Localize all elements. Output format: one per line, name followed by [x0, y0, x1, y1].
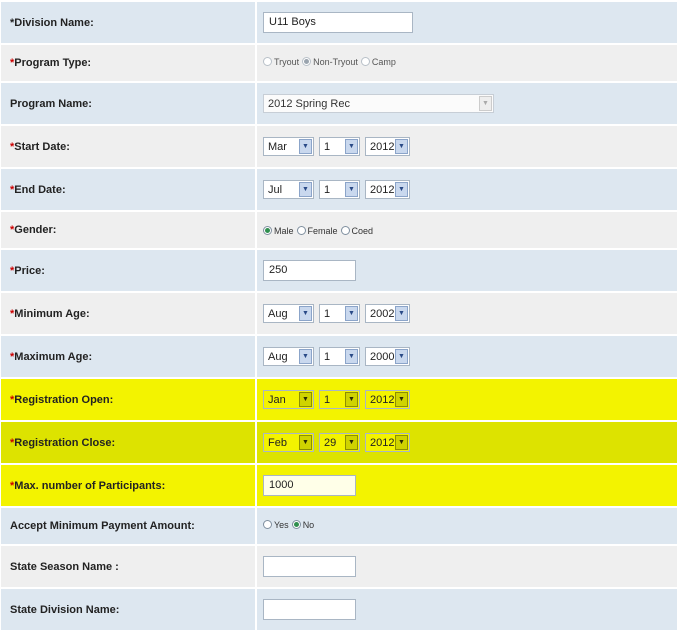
radio-icon: [360, 57, 370, 67]
end-date-year-select[interactable]: 2012 ▼: [365, 180, 410, 199]
start-date-year-select[interactable]: 2012 ▼: [365, 137, 410, 156]
chevron-down-icon: ▼: [299, 306, 312, 321]
program-type-tryout[interactable]: Tryout: [263, 57, 299, 67]
registration-close-day-select[interactable]: 29 ▼: [319, 433, 360, 452]
chevron-down-icon: ▼: [299, 392, 312, 407]
label-max-participants: *Max. number of Participants:: [1, 465, 255, 506]
label-gender: *Gender:: [1, 212, 255, 248]
label-registration-close: *Registration Close:: [1, 422, 255, 463]
row-program-type: *Program Type: Tryout Non-Tryout Camp: [1, 45, 677, 81]
chevron-down-icon: ▼: [395, 435, 408, 450]
gender-coed[interactable]: Coed: [340, 226, 373, 236]
label-accept-min-payment: Accept Minimum Payment Amount:: [1, 508, 255, 544]
minimum-age-year-select[interactable]: 2002 ▼: [365, 304, 410, 323]
chevron-down-icon: ▼: [299, 139, 312, 154]
row-registration-open: *Registration Open: Jan ▼ 1 ▼ 2012 ▼: [1, 379, 677, 420]
chevron-down-icon: ▼: [299, 349, 312, 364]
row-end-date: *End Date: Jul ▼ 1 ▼ 2012 ▼: [1, 169, 677, 210]
row-state-division-name: State Division Name:: [1, 589, 677, 630]
program-name-select[interactable]: 2012 Spring Rec ▼: [263, 94, 494, 113]
program-type-non-tryout[interactable]: Non-Tryout: [302, 57, 358, 67]
registration-close-month-select[interactable]: Feb ▼: [263, 433, 314, 452]
program-type-radio-group: Tryout Non-Tryout Camp: [263, 57, 399, 67]
label-start-date: *Start Date:: [1, 126, 255, 167]
chevron-down-icon: ▼: [299, 435, 312, 450]
end-date-day-select[interactable]: 1 ▼: [319, 180, 360, 199]
gender-radio-group: Male Female Coed: [263, 226, 376, 236]
label-state-division-name: State Division Name:: [1, 589, 255, 630]
row-maximum-age: *Maximum Age: Aug ▼ 1 ▼ 2000 ▼: [1, 336, 677, 377]
label-state-season-name: State Season Name :: [1, 546, 255, 587]
state-season-name-input[interactable]: [263, 556, 356, 577]
accept-min-payment-radio-group: Yes No: [263, 520, 317, 530]
radio-icon: [263, 57, 272, 67]
radio-icon: [291, 520, 301, 530]
registration-open-month-select[interactable]: Jan ▼: [263, 390, 314, 409]
chevron-down-icon: ▼: [395, 182, 408, 197]
chevron-down-icon: ▼: [395, 306, 408, 321]
label-end-date: *End Date:: [1, 169, 255, 210]
minimum-age-day-select[interactable]: 1 ▼: [319, 304, 360, 323]
registration-close-year-select[interactable]: 2012 ▼: [365, 433, 410, 452]
minimum-age-month-select[interactable]: Aug ▼: [263, 304, 314, 323]
registration-open-year-select[interactable]: 2012 ▼: [365, 390, 410, 409]
radio-icon: [302, 57, 312, 67]
chevron-down-icon: ▼: [395, 349, 408, 364]
division-form: *Division Name: U11 Boys *Program Type: …: [0, 0, 679, 632]
label-division-name: *Division Name:: [1, 2, 255, 43]
end-date-month-select[interactable]: Jul ▼: [263, 180, 314, 199]
radio-icon: [296, 226, 306, 235]
chevron-down-icon: ▼: [395, 139, 408, 154]
maximum-age-day-select[interactable]: 1 ▼: [319, 347, 360, 366]
max-participants-input[interactable]: 1000: [263, 475, 356, 496]
row-gender: *Gender: Male Female Coed: [1, 212, 677, 248]
maximum-age-year-select[interactable]: 2000 ▼: [365, 347, 410, 366]
chevron-down-icon: ▼: [299, 182, 312, 197]
chevron-down-icon: ▼: [479, 96, 492, 111]
start-date-month-select[interactable]: Mar ▼: [263, 137, 314, 156]
row-program-name: Program Name: 2012 Spring Rec ▼: [1, 83, 677, 124]
price-input[interactable]: 250: [263, 260, 356, 281]
accept-min-payment-yes[interactable]: Yes: [263, 520, 289, 530]
chevron-down-icon: ▼: [345, 435, 358, 450]
chevron-down-icon: ▼: [345, 306, 358, 321]
label-maximum-age: *Maximum Age:: [1, 336, 255, 377]
row-max-participants: *Max. number of Participants: 1000: [1, 465, 677, 506]
row-division-name: *Division Name: U11 Boys: [1, 2, 677, 43]
row-accept-min-payment: Accept Minimum Payment Amount: Yes No: [1, 508, 677, 544]
chevron-down-icon: ▼: [345, 392, 358, 407]
label-program-name: Program Name:: [1, 83, 255, 124]
start-date-day-select[interactable]: 1 ▼: [319, 137, 360, 156]
gender-male[interactable]: Male: [263, 226, 294, 236]
label-minimum-age: *Minimum Age:: [1, 293, 255, 334]
registration-open-day-select[interactable]: 1 ▼: [319, 390, 360, 409]
row-minimum-age: *Minimum Age: Aug ▼ 1 ▼ 2002 ▼: [1, 293, 677, 334]
chevron-down-icon: ▼: [345, 139, 358, 154]
row-state-season-name: State Season Name :: [1, 546, 677, 587]
accept-min-payment-no[interactable]: No: [291, 520, 314, 530]
state-division-name-input[interactable]: [263, 599, 356, 620]
label-registration-open: *Registration Open:: [1, 379, 255, 420]
maximum-age-month-select[interactable]: Aug ▼: [263, 347, 314, 366]
chevron-down-icon: ▼: [345, 349, 358, 364]
row-start-date: *Start Date: Mar ▼ 1 ▼ 2012 ▼: [1, 126, 677, 167]
row-price: *Price: 250: [1, 250, 677, 291]
chevron-down-icon: ▼: [345, 182, 358, 197]
radio-icon: [263, 520, 272, 530]
gender-female[interactable]: Female: [296, 226, 338, 236]
radio-icon: [263, 226, 272, 235]
program-type-camp[interactable]: Camp: [360, 57, 396, 67]
label-program-type: *Program Type:: [1, 45, 255, 81]
label-price: *Price:: [1, 250, 255, 291]
division-name-input[interactable]: U11 Boys: [263, 12, 413, 33]
chevron-down-icon: ▼: [395, 392, 408, 407]
row-registration-close: *Registration Close: Feb ▼ 29 ▼ 2012 ▼: [1, 422, 677, 463]
radio-icon: [340, 226, 350, 235]
